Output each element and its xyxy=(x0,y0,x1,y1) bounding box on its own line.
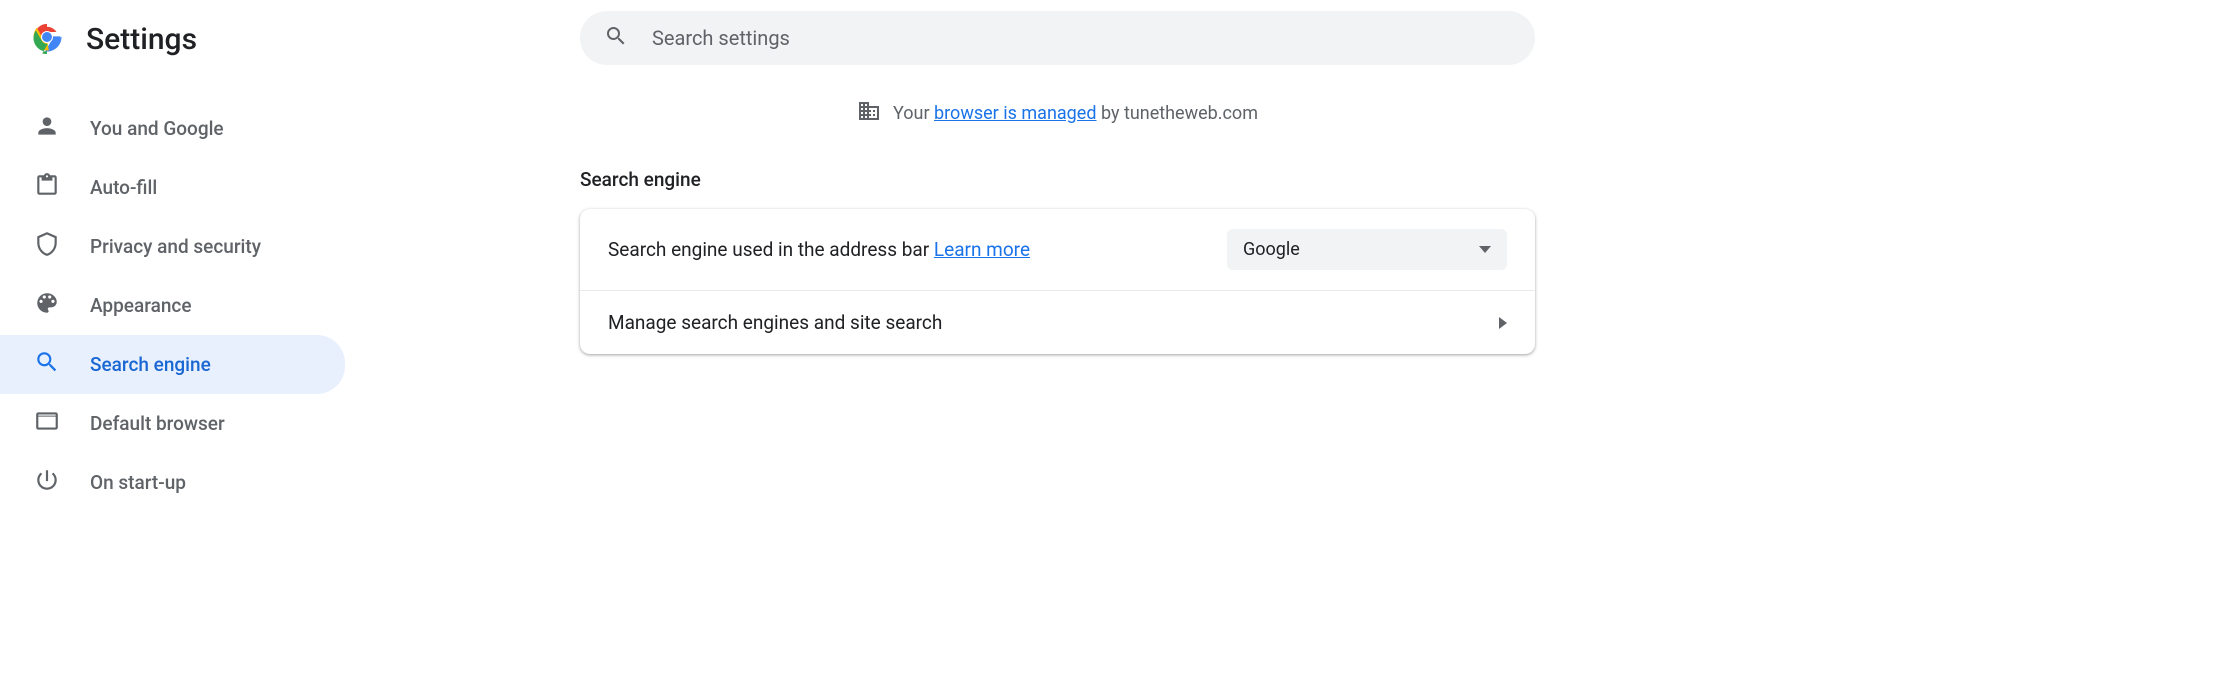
search-icon xyxy=(34,349,60,380)
browser-icon xyxy=(34,408,60,439)
sidebar-item-default-browser[interactable]: Default browser xyxy=(0,394,345,453)
power-icon xyxy=(34,467,60,498)
clipboard-icon xyxy=(34,172,60,203)
managed-notice: Your browser is managed by tunetheweb.co… xyxy=(580,79,1535,148)
sidebar-item-you-and-google[interactable]: You and Google xyxy=(0,99,345,158)
sidebar-item-label: Search engine xyxy=(90,353,211,376)
shield-icon xyxy=(34,231,60,262)
search-engine-dropdown[interactable]: Google xyxy=(1227,229,1507,270)
settings-card: Search engine used in the address bar Le… xyxy=(580,209,1535,354)
row-label: Search engine used in the address bar Le… xyxy=(608,238,1030,261)
domain-icon xyxy=(857,99,881,128)
search-icon xyxy=(604,24,628,53)
sidebar-item-appearance[interactable]: Appearance xyxy=(0,276,345,335)
chrome-logo-icon xyxy=(30,20,64,59)
sidebar-item-label: Auto-fill xyxy=(90,176,157,199)
dropdown-value: Google xyxy=(1243,239,1300,260)
sidebar-item-label: Appearance xyxy=(90,294,192,317)
search-bar[interactable] xyxy=(580,11,1535,65)
main-content: Your browser is managed by tunetheweb.co… xyxy=(345,79,2234,512)
managed-link[interactable]: browser is managed xyxy=(934,103,1096,124)
sidebar-item-label: Default browser xyxy=(90,412,225,435)
sidebar-item-privacy[interactable]: Privacy and security xyxy=(0,217,345,276)
sidebar-item-search-engine[interactable]: Search engine xyxy=(0,335,345,394)
header: Settings xyxy=(0,0,2234,79)
row-label: Manage search engines and site search xyxy=(608,311,942,334)
managed-text: Your browser is managed by tunetheweb.co… xyxy=(893,103,1258,124)
learn-more-link[interactable]: Learn more xyxy=(934,238,1030,261)
palette-icon xyxy=(34,290,60,321)
chevron-down-icon xyxy=(1479,246,1491,253)
search-engine-row: Search engine used in the address bar Le… xyxy=(580,209,1535,291)
sidebar-item-autofill[interactable]: Auto-fill xyxy=(0,158,345,217)
sidebar-item-startup[interactable]: On start-up xyxy=(0,453,345,512)
search-input[interactable] xyxy=(652,26,1511,50)
chevron-right-icon xyxy=(1499,317,1507,329)
page-title: Settings xyxy=(86,22,197,57)
sidebar-item-label: You and Google xyxy=(90,117,224,140)
sidebar-item-label: On start-up xyxy=(90,471,186,494)
section-title: Search engine xyxy=(580,168,1535,191)
manage-search-engines-row[interactable]: Manage search engines and site search xyxy=(580,291,1535,354)
sidebar-item-label: Privacy and security xyxy=(90,235,261,258)
person-icon xyxy=(34,113,60,144)
sidebar: You and Google Auto-fill Privacy and sec… xyxy=(0,79,345,512)
